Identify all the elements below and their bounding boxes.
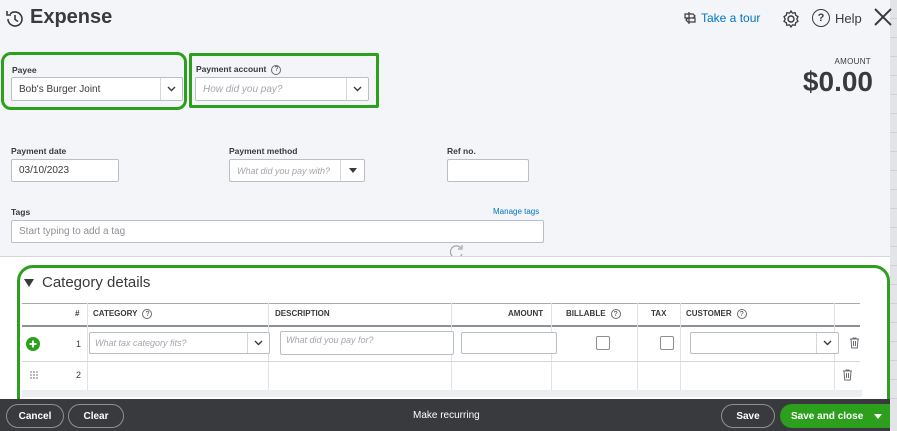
collapse-triangle-icon[interactable]: [24, 278, 34, 287]
help-label: Help: [835, 10, 862, 26]
info-icon[interactable]: ?: [142, 309, 153, 319]
save-button[interactable]: Save: [721, 404, 775, 428]
help-button[interactable]: ? Help: [812, 9, 862, 27]
signpost-icon: [684, 12, 696, 24]
chevron-down-icon[interactable]: [816, 333, 838, 353]
payment-method-label: Payment method: [229, 146, 298, 156]
trash-icon[interactable]: [842, 369, 853, 381]
clear-button[interactable]: Clear: [68, 404, 124, 428]
tax-checkbox[interactable]: [660, 336, 674, 350]
col-divider: [637, 303, 638, 393]
col-header-description: DESCRIPTION: [275, 309, 330, 318]
payment-account-select[interactable]: How did you pay?: [195, 77, 369, 101]
background-sheet: [890, 0, 897, 431]
help-icon: ?: [812, 9, 830, 27]
caret-down-icon[interactable]: [874, 413, 883, 419]
col-header-category: CATEGORY?: [93, 309, 153, 319]
info-icon[interactable]: ?: [736, 309, 747, 319]
payment-date-input[interactable]: 03/10/2023: [11, 159, 119, 182]
payment-account-label: Payment account?: [196, 64, 282, 75]
save-and-close-label: Save and close: [791, 410, 864, 422]
divider: [0, 256, 890, 257]
payee-value: Bob's Burger Joint: [19, 83, 101, 95]
amount-total: $0.00: [802, 66, 873, 97]
col-header-tax: TAX: [651, 309, 667, 318]
col-header-num: #: [75, 309, 80, 318]
take-tour-link[interactable]: Take a tour: [683, 11, 760, 25]
tags-input[interactable]: Start typing to add a tag: [11, 220, 544, 243]
make-recurring-link[interactable]: Make recurring: [413, 410, 480, 421]
tags-label: Tags: [11, 207, 31, 217]
category-placeholder: What tax category fits?: [95, 338, 187, 348]
horizontal-scrollbar[interactable]: [22, 390, 862, 397]
info-icon[interactable]: ?: [271, 64, 282, 75]
amount-input[interactable]: [461, 332, 557, 354]
ref-no-label: Ref no.: [447, 146, 476, 156]
chevron-down-icon[interactable]: [346, 78, 368, 100]
cancel-button[interactable]: Cancel: [6, 404, 64, 428]
caret-down-icon[interactable]: [340, 160, 364, 181]
payee-select[interactable]: Bob's Burger Joint: [11, 77, 183, 101]
row-number: 2: [76, 370, 82, 380]
drag-handle-icon[interactable]: [29, 370, 39, 380]
category-details-header[interactable]: Category details: [24, 274, 150, 291]
close-icon[interactable]: [872, 6, 894, 28]
col-header-billable: BILLABLE?: [566, 309, 621, 319]
chevron-down-icon[interactable]: [247, 333, 269, 353]
title-bar: Expense Take a tour ? Help: [0, 0, 897, 40]
manage-tags-link[interactable]: Manage tags: [493, 207, 539, 216]
category-details-title: Category details: [42, 274, 151, 291]
col-header-customer: CUSTOMER?: [686, 309, 747, 319]
table-top-rule: [22, 303, 860, 304]
add-line-icon[interactable]: [26, 337, 40, 351]
col-divider: [87, 303, 88, 393]
col-divider: [680, 303, 681, 393]
page-title: Expense: [30, 6, 113, 28]
billable-checkbox[interactable]: [596, 336, 610, 350]
trash-icon[interactable]: [849, 337, 860, 349]
category-select[interactable]: What tax category fits?: [89, 332, 270, 354]
payee-label: Payee: [12, 65, 37, 75]
ref-no-input[interactable]: [447, 159, 529, 182]
payment-method-select[interactable]: What did you pay with?: [229, 159, 365, 182]
chevron-down-icon[interactable]: [160, 78, 182, 100]
info-icon[interactable]: ?: [610, 309, 621, 319]
col-header-amount: AMOUNT: [508, 309, 544, 318]
gear-icon[interactable]: [781, 9, 801, 29]
payment-account-placeholder: How did you pay?: [203, 83, 283, 95]
amount-label: AMOUNT: [834, 57, 871, 66]
table-header-rule: [22, 325, 860, 327]
save-and-close-button[interactable]: Save and close: [780, 404, 890, 428]
payment-date-label: Payment date: [11, 146, 67, 156]
take-tour-label: Take a tour: [701, 11, 761, 25]
history-icon[interactable]: [4, 8, 26, 30]
description-input[interactable]: What did you pay for?: [280, 331, 454, 355]
customer-select[interactable]: [690, 332, 839, 354]
row-number: 1: [76, 339, 82, 349]
payment-method-placeholder: What did you pay with?: [237, 165, 331, 176]
row-rule: [22, 361, 860, 362]
